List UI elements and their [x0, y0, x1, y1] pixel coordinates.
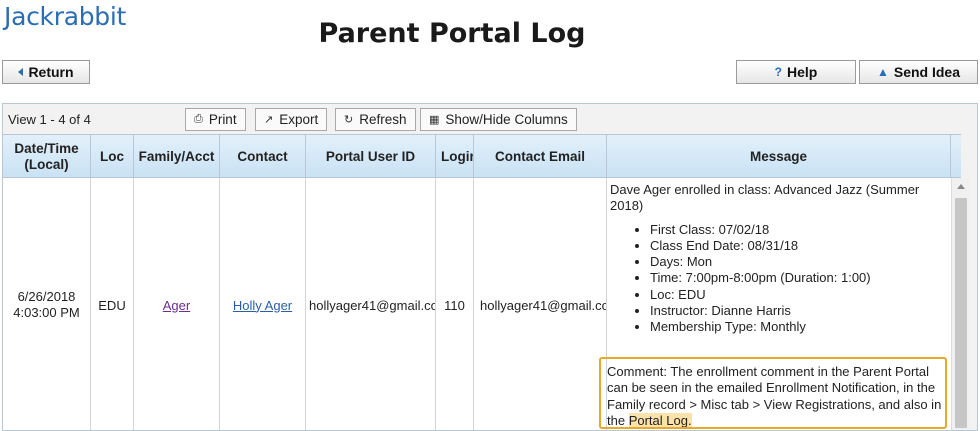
col-portal-user-id[interactable]: Portal User ID: [306, 135, 436, 178]
message-intro: Dave Ager enrolled in class: Advanced Ja…: [610, 182, 920, 214]
family-link[interactable]: Ager: [163, 298, 190, 313]
col-loc[interactable]: Loc: [91, 135, 134, 178]
cell-contact-email: hollyager41@gmail.com: [474, 178, 607, 430]
page-title: Parent Portal Log: [318, 18, 586, 49]
export-label: Export: [279, 112, 319, 127]
send-idea-button[interactable]: ▲ Send Idea: [859, 60, 978, 84]
col-login[interactable]: Logir: [436, 135, 474, 178]
col-datetime[interactable]: Date/Time (Local): [3, 135, 91, 178]
print-label: Print: [208, 112, 237, 127]
cell-family: Ager: [134, 178, 220, 430]
list-item: Class End Date: 08/31/18: [650, 238, 947, 254]
lightbulb-icon: ▲: [876, 65, 889, 79]
help-label: Help: [787, 64, 818, 80]
cell-contact: Holly Ager: [220, 178, 306, 430]
list-item: Time: 7:00pm-8:00pm (Duration: 1:00): [650, 270, 947, 286]
row-time: 4:03:00 PM: [13, 305, 80, 320]
list-item: Loc: EDU: [650, 287, 947, 303]
refresh-label: Refresh: [359, 112, 407, 127]
contact-link[interactable]: Holly Ager: [233, 298, 292, 313]
grid-header: Date/Time (Local) Loc Family/Acct Contac…: [3, 134, 961, 178]
refresh-icon: ↻: [344, 114, 354, 126]
print-button[interactable]: ⎙ Print: [185, 108, 246, 131]
vertical-scrollbar[interactable]: [951, 178, 970, 430]
help-button[interactable]: ? Help: [736, 60, 856, 84]
grid-toolbar: View 1 - 4 of 4 ⎙ Print ↗ Export ↻ Refre…: [3, 104, 977, 134]
row-date: 6/26/2018: [17, 289, 76, 304]
back-arrow-icon: [18, 68, 24, 76]
list-item: Membership Type: Monthly: [650, 319, 947, 335]
comment-highlight: Portal Log.: [628, 412, 692, 428]
view-count: View 1 - 4 of 4: [8, 112, 91, 127]
send-idea-label: Send Idea: [893, 64, 961, 80]
export-button[interactable]: ↗ Export: [255, 108, 328, 131]
export-icon: ↗: [264, 114, 274, 126]
cell-loc: EDU: [91, 178, 134, 430]
printer-icon: ⎙: [194, 113, 203, 125]
columns-icon: ▦: [429, 114, 440, 126]
cell-login: 110: [436, 178, 474, 430]
return-label: Return: [28, 64, 74, 80]
refresh-button[interactable]: ↻ Refresh: [335, 108, 416, 131]
col-contact[interactable]: Contact: [220, 135, 306, 178]
col-family[interactable]: Family/Acct: [134, 135, 220, 178]
col-contact-email[interactable]: Contact Email: [474, 135, 607, 178]
message-comment: Comment: The enrollment comment in the P…: [607, 364, 945, 429]
show-hide-label: Show/Hide Columns: [445, 112, 568, 127]
return-button[interactable]: Return: [2, 60, 90, 84]
col-message[interactable]: Message: [607, 135, 951, 178]
list-item: First Class: 07/02/18: [650, 222, 947, 238]
list-item: Days: Mon: [650, 254, 947, 270]
cell-datetime: 6/26/2018 4:03:00 PM: [3, 178, 91, 430]
list-item: Instructor: Dianne Harris: [650, 303, 947, 319]
message-details-list: First Class: 07/02/18 Class End Date: 08…: [650, 222, 947, 336]
scrollbar-thumb[interactable]: [955, 198, 967, 428]
cell-portal-user-id: hollyager41@gmail.com: [306, 178, 436, 430]
scroll-up-arrow-icon[interactable]: [957, 184, 965, 189]
show-hide-columns-button[interactable]: ▦ Show/Hide Columns: [420, 108, 577, 131]
question-icon: ?: [774, 65, 782, 79]
